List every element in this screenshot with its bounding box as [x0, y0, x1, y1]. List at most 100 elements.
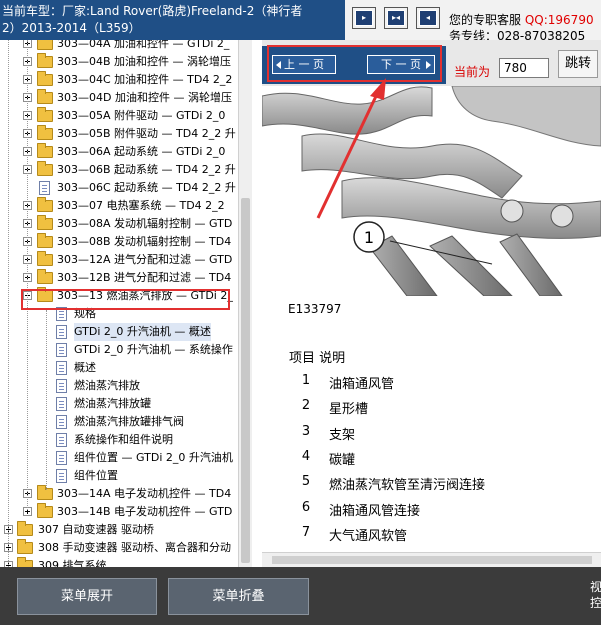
nav-middle-button[interactable]: ▸◂ [384, 7, 408, 29]
tree-item-label: 303—12A 进气分配和过滤 — GTD [57, 253, 233, 266]
legend-item-number: 1 [301, 373, 311, 388]
tree-item-label: 303—06B 起动系统 — TD4 2_2 升 [57, 163, 236, 176]
document-icon [56, 361, 67, 375]
legend-item-text: 支架 [329, 427, 356, 443]
document-icon [56, 343, 67, 357]
tree-item[interactable]: 303—14A 电子发动机控件 — TD4 [0, 485, 238, 503]
legend-item-text: 燃油蒸汽软管至清污阀连接 [329, 478, 486, 494]
tree-item[interactable]: 燃油蒸汽排放罐排气阀 [0, 413, 238, 431]
document-scrollbar[interactable] [262, 552, 601, 567]
tree-guide-line [27, 40, 28, 510]
legend-item: 4 碳罐 [262, 449, 601, 474]
tree-item-label: GTDi 2_0 升汽油机 — 系统操作 [74, 343, 233, 356]
vehicle-info: 当前车型：厂家:Land Rover(路虎)Freeland-2（神行者 2）2… [0, 0, 345, 40]
legend-item-number: 3 [301, 423, 311, 439]
tree-item[interactable]: 燃油蒸汽排放罐 [0, 395, 238, 413]
tree-item[interactable]: 303—06C 起动系统 — TD4 2_2 升 [0, 179, 238, 197]
tree-item-label: 303—04B 加油和控件 — 涡轮增压 [57, 55, 232, 68]
nav-last-button[interactable]: ◂ [416, 7, 440, 29]
legend-item-number: 5 [301, 474, 311, 490]
folder-icon [37, 71, 53, 86]
legend-item: 7 大气通风软管 [262, 525, 601, 550]
top-bar: 当前车型：厂家:Land Rover(路虎)Freeland-2（神行者 2）2… [0, 0, 601, 43]
menu-expand-button[interactable]: 菜单展开 [17, 578, 157, 615]
tree-item[interactable]: 303—04B 加油和控件 — 涡轮增压 [0, 53, 238, 71]
tree-item-label: 303—06C 起动系统 — TD4 2_2 升 [57, 181, 236, 194]
tree-item-label: 307 自动变速器 驱动桥 [38, 523, 154, 536]
tree-item[interactable]: 燃油蒸汽排放 [0, 377, 238, 395]
folder-icon [37, 503, 53, 518]
arrow-left-icon: ◂ [419, 10, 437, 26]
callout-label: 1 [364, 228, 374, 247]
tree-guide-line [46, 310, 47, 490]
bottom-right-line-1: 视 [590, 580, 601, 594]
folder-icon [37, 107, 53, 122]
menu-collapse-button[interactable]: 菜单折叠 [168, 578, 309, 615]
tree-item[interactable]: 组件位置 — GTDi 2_0 升汽油机 [0, 449, 238, 467]
tree-item-label: 303—14A 电子发动机控件 — TD4 [57, 487, 232, 500]
legend-item: 3 支架 [262, 424, 601, 449]
fuel-vapor-diagram: 1 [262, 86, 601, 296]
folder-icon [37, 161, 53, 176]
tree-item[interactable]: GTDi 2_0 升汽油机 — 系统操作 [0, 341, 238, 359]
tree-item[interactable]: 303—05A 附件驱动 — GTDi 2_0 [0, 107, 238, 125]
bottom-right-line-2: 控 [590, 596, 601, 610]
vehicle-line-2: 2）2013-2014（L359） [2, 21, 141, 35]
tree-item[interactable]: 303—04D 加油和控件 — 涡轮增压 [0, 89, 238, 107]
tree-item[interactable]: 303—12A 进气分配和过滤 — GTD [0, 251, 238, 269]
tree-item[interactable]: 组件位置 [0, 467, 238, 485]
tree-item[interactable]: 303—07 电热塞系统 — TD4 2_2 [0, 197, 238, 215]
tree-item-label: 303—12B 进气分配和过滤 — TD4 [57, 271, 232, 284]
tree-item-label: GTDi 2_0 升汽油机 — 概述 [74, 323, 211, 341]
folder-icon [17, 557, 33, 567]
tree-item[interactable]: 307 自动变速器 驱动桥 [0, 521, 238, 539]
document-icon [56, 451, 67, 465]
document-icon [56, 397, 67, 411]
tree-item[interactable]: 303—12B 进气分配和过滤 — TD4 [0, 269, 238, 287]
arrow-right-icon: ▸ [355, 10, 373, 26]
tree-item[interactable]: 303—08B 发动机辐射控制 — TD4 [0, 233, 238, 251]
tree-item[interactable]: 308 手动变速器 驱动桥、离合器和分动 [0, 539, 238, 557]
double-arrow-icon: ▸◂ [387, 10, 405, 26]
tree-item-label: 308 手动变速器 驱动桥、离合器和分动 [38, 541, 231, 554]
tree-item[interactable]: 303—14B 电子发动机控件 — GTD [0, 503, 238, 521]
service-qq[interactable]: QQ:196790 [525, 13, 594, 27]
tree-item-label: 概述 [74, 361, 96, 374]
folder-icon [37, 89, 53, 104]
tree-item[interactable]: 303—06B 起动系统 — TD4 2_2 升 [0, 161, 238, 179]
document-icon [39, 181, 50, 195]
legend-item: 2 星形槽 [262, 398, 601, 423]
tree-item-label: 309 排气系统 [38, 559, 107, 567]
current-page-label: 当前为 [454, 65, 491, 79]
current-page-input[interactable] [499, 58, 549, 78]
document-pane: 上 一 页 下 一 页 当前为 跳转 [262, 40, 601, 567]
nav-first-button[interactable]: ▸ [352, 7, 376, 29]
pager-highlight-box [267, 45, 442, 82]
tree-item[interactable]: 303—04A 加油和控件 — GTDi 2_ [0, 40, 238, 53]
tree-item[interactable]: 303—08A 发动机辐射控制 — GTD [0, 215, 238, 233]
tree-item[interactable]: 系统操作和组件说明 [0, 431, 238, 449]
tree-item[interactable]: 303—06A 起动系统 — GTDi 2_0 [0, 143, 238, 161]
folder-icon [37, 40, 53, 50]
tree-scrollbar[interactable] [238, 40, 252, 567]
tree-scrollbar-thumb[interactable] [241, 198, 250, 563]
tree-item[interactable]: 概述 [0, 359, 238, 377]
folder-icon [37, 197, 53, 212]
folder-icon [37, 125, 53, 140]
tree-item[interactable]: 309 排气系统 [0, 557, 238, 567]
tree-item[interactable]: 303—04C 加油和控件 — TD4 2_2 [0, 71, 238, 89]
document-icon [56, 433, 67, 447]
legend-header: 项目 说明 [289, 351, 346, 366]
legend-item-text: 星形槽 [329, 402, 369, 418]
folder-icon [37, 215, 53, 230]
jump-button[interactable]: 跳转 [558, 50, 598, 78]
tree-item[interactable]: 303—05B 附件驱动 — TD4 2_2 升 [0, 125, 238, 143]
tree-item-label: 燃油蒸汽排放罐 [74, 397, 151, 410]
folder-icon [37, 53, 53, 68]
tree-item-label: 组件位置 — GTDi 2_0 升汽油机 [74, 451, 233, 464]
bottom-bar: 菜单展开 菜单折叠 [0, 567, 601, 625]
tree-item-label: 303—04A 加油和控件 — GTDi 2_ [57, 40, 230, 50]
tree-item[interactable]: GTDi 2_0 升汽油机 — 概述 [0, 323, 238, 341]
tree-item-label: 303—07 电热塞系统 — TD4 2_2 [57, 199, 225, 212]
document-scrollbar-thumb[interactable] [272, 556, 592, 564]
